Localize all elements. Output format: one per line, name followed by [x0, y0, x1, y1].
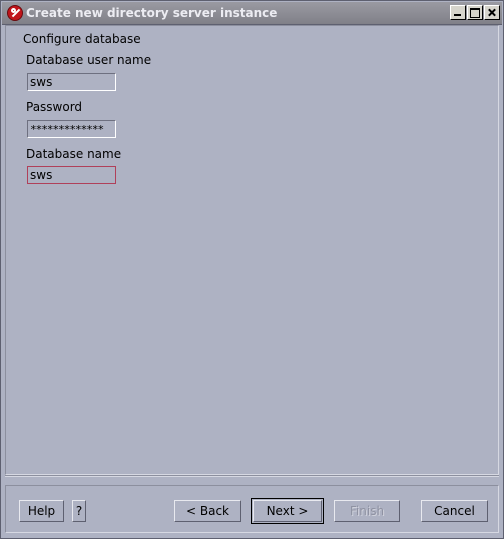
question-button[interactable]: ? [72, 500, 86, 522]
minimize-icon[interactable] [450, 5, 466, 20]
dialog-window: Create new directory server instance Con… [0, 0, 504, 539]
app-icon [7, 5, 23, 21]
database-user-field[interactable]: sws [27, 73, 116, 91]
finish-button[interactable]: Finish [334, 500, 400, 522]
section-title: Configure database [23, 32, 141, 46]
database-name-field[interactable]: sws [27, 166, 116, 184]
next-button[interactable]: Next > [251, 498, 324, 524]
separator [5, 475, 499, 477]
content-panel: Configure database Database user name sw… [5, 25, 499, 475]
database-name-label: Database name [26, 147, 122, 161]
window-title: Create new directory server instance [26, 6, 278, 20]
cancel-button[interactable]: Cancel [421, 500, 488, 522]
back-button[interactable]: < Back [174, 500, 241, 522]
database-user-label: Database user name [26, 53, 152, 67]
close-icon[interactable] [484, 5, 500, 20]
button-bar: Help ? < Back Next > Finish Cancel [5, 485, 499, 533]
password-field[interactable]: ************* [27, 120, 116, 138]
help-button[interactable]: Help [19, 500, 64, 522]
maximize-icon[interactable] [467, 5, 483, 20]
title-bar[interactable]: Create new directory server instance [2, 2, 502, 25]
password-label: Password [26, 100, 83, 114]
